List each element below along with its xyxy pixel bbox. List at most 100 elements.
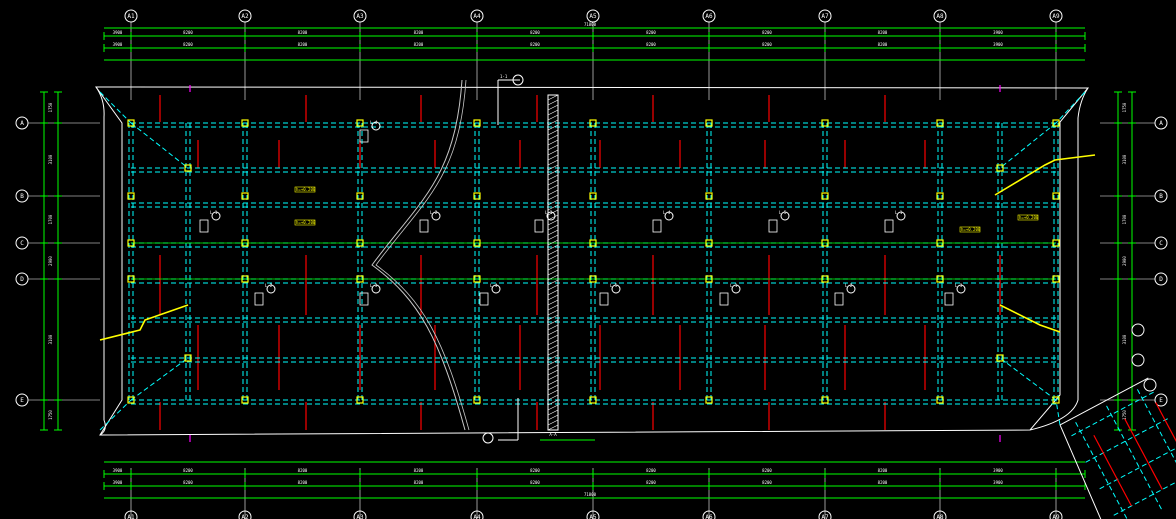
dimension-text: 3900 [113, 42, 123, 47]
dimension-total-text: 71800 [584, 492, 597, 497]
dimension-text: 8200 [530, 42, 540, 47]
detail-marker [884, 219, 894, 233]
axis-label-bottom: A1 [127, 514, 135, 519]
rebar [1124, 418, 1163, 490]
dimension-text: 8200 [762, 480, 772, 485]
detail-callout: L-5 [779, 210, 787, 215]
dimension-text-left: 1750 [48, 102, 53, 112]
hatch-line [547, 174, 559, 181]
dimension-text: 8200 [414, 468, 424, 473]
detail-marker [359, 129, 369, 143]
dimension-text: 8200 [762, 30, 772, 35]
dimension-text: 3900 [113, 30, 123, 35]
detail-marker [719, 292, 729, 306]
beam-line [1071, 390, 1156, 437]
detail-callout: L-1 [210, 210, 218, 215]
hatch-line [547, 184, 559, 191]
axis-label-bottom: A3 [356, 514, 364, 519]
axis-label-right: E [1159, 397, 1163, 404]
axis-label-bottom: A2 [241, 514, 249, 519]
outline-right-curve [1029, 87, 1089, 431]
hatch-line [547, 384, 559, 391]
hatch-line [547, 249, 559, 256]
dimension-text: 8200 [530, 30, 540, 35]
dimension-text: 3900 [113, 468, 123, 473]
axis-label-right: C [1159, 240, 1163, 247]
building-outline [95, 86, 1090, 436]
axis-label-left: E [20, 397, 24, 404]
hatch-line [547, 414, 559, 421]
detail-callout: L-1 [730, 283, 738, 288]
detail-marker [599, 292, 609, 306]
dimension-text: 8200 [298, 480, 308, 485]
beam-line-diagonal [130, 122, 189, 169]
level-tag: h=+0.200 [961, 227, 981, 232]
dimension-text-right: 1750 [1122, 410, 1127, 420]
dimension-text: 8200 [298, 30, 308, 35]
hatch-line [547, 129, 559, 136]
dimension-text: 3900 [993, 30, 1003, 35]
hatch-line [547, 364, 559, 371]
axis-label-top: A3 [356, 13, 364, 20]
detail-callout: L-3 [370, 283, 378, 288]
axis-label-bottom: A4 [473, 514, 481, 519]
section-bubble [482, 432, 494, 444]
axis-label-top: A1 [127, 13, 135, 20]
axis-label-right: D [1159, 276, 1163, 283]
structural-plan[interactable]: A1 A1 A2 A2 A3 A3 A4 A4 A5 A5 A6 A6 A7 A7 A8 A8 A9 A9 A A B B… [0, 0, 1176, 519]
section-label: 1-1 [500, 74, 508, 79]
axis-label-top: A9 [1052, 13, 1060, 20]
hatch-line [547, 189, 559, 196]
section-cut-curve [375, 79, 470, 431]
dimension-text-left: 2900 [48, 256, 53, 266]
hatch-line [547, 179, 559, 186]
beam-line-diagonal [999, 357, 1057, 401]
detail-callout: L-3 [545, 210, 553, 215]
detail-marker [834, 292, 844, 306]
dimension-text-right: 3100 [1122, 154, 1127, 164]
dimension-text: 8200 [298, 42, 308, 47]
axis-bubble-fragment [1131, 323, 1145, 337]
detail-marker [419, 219, 429, 233]
detail-callout: L-2 [845, 283, 853, 288]
detail-callout: L-2 [430, 210, 438, 215]
dimension-text: 8200 [183, 480, 193, 485]
hatch-line [547, 109, 559, 116]
level-tag: h=+0.200 [1019, 215, 1039, 220]
dimension-text-right: 3100 [1122, 334, 1127, 344]
dimension-text-left: 1700 [48, 214, 53, 224]
detail-callout: L-4 [490, 283, 498, 288]
axis-label-right: B [1159, 193, 1163, 200]
hatch-line [547, 269, 559, 276]
cad-drawing-canvas[interactable]: A1 A1 A2 A2 A3 A3 A4 A4 A5 A5 A6 A6 A7 A7 A8 A8 A9 A9 A A B B… [0, 0, 1176, 519]
axis-label-top: A8 [936, 13, 944, 20]
hatch-line [547, 424, 559, 431]
dimension-text: 8200 [298, 468, 308, 473]
rebar [1093, 434, 1132, 507]
detail-callout: L-2 [265, 283, 273, 288]
hatch-line [547, 404, 559, 411]
outline-left-curve [95, 86, 106, 436]
hatch-line [547, 289, 559, 296]
hatch-line [547, 329, 559, 336]
dimension-text-left: 1750 [48, 410, 53, 420]
dimension-text: 3900 [993, 468, 1003, 473]
dimension-text: 8200 [878, 42, 888, 47]
axis-bubble-fragment [1131, 353, 1145, 367]
hatch-line [547, 304, 559, 311]
hatch-line [547, 394, 559, 401]
stair-flight-right [994, 154, 1096, 196]
dimension-text: 8200 [183, 468, 193, 473]
hatch-line [547, 379, 559, 386]
hatch-line [547, 224, 559, 231]
beam-line-diagonal [130, 357, 189, 401]
hatch-line [547, 139, 559, 146]
dimension-text: 8200 [414, 42, 424, 47]
dimension-text: 3900 [993, 480, 1003, 485]
axis-label-left: A [20, 120, 24, 127]
level-tag: h=+0.200 [296, 187, 316, 192]
hatch-line [547, 229, 559, 236]
hatch-line [547, 339, 559, 346]
dimension-text: 8200 [414, 480, 424, 485]
axis-bubble-fragment [1143, 378, 1157, 392]
